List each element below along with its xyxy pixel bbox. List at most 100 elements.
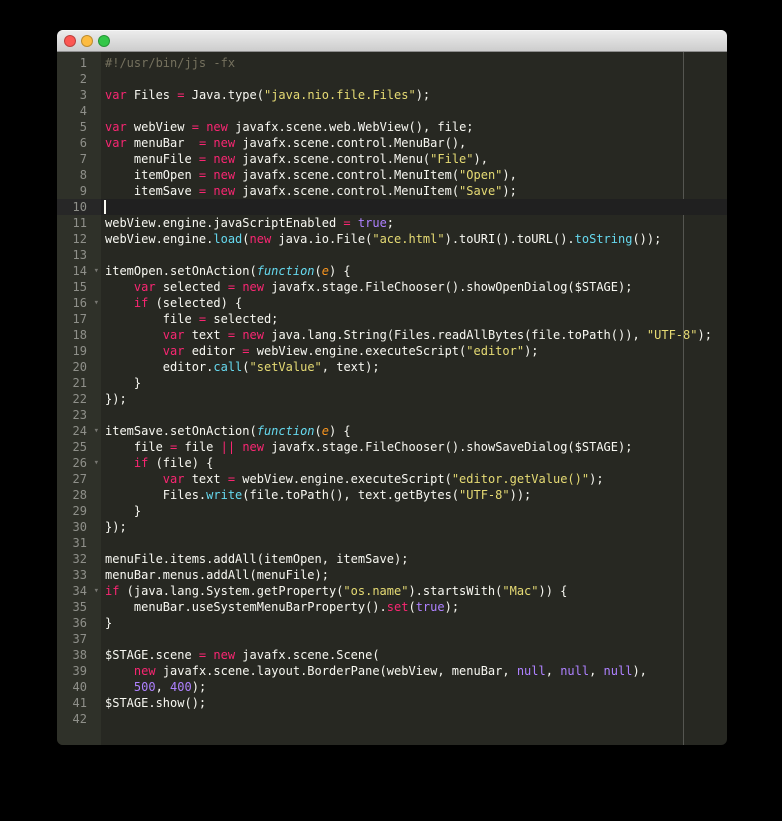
code-line-text[interactable] (101, 631, 727, 647)
code-token[interactable]: file (105, 312, 199, 326)
gutter-line-number[interactable]: 34 ▾ (57, 583, 101, 599)
code-token[interactable]: ( (315, 424, 322, 438)
code-token[interactable]: ).toURI().toURL(). (445, 232, 575, 246)
code-line-text[interactable] (101, 71, 727, 87)
code-token[interactable]: load (213, 232, 242, 246)
code-token[interactable]: var (105, 136, 127, 150)
gutter-line-number[interactable]: 31 (57, 535, 101, 551)
window-titlebar[interactable] (57, 30, 727, 52)
code-token[interactable]: )); (510, 488, 532, 502)
code-token[interactable]: webView.engine.executeScript( (235, 472, 452, 486)
code-token[interactable]: webView.engine.executeScript( (250, 344, 467, 358)
code-token[interactable]: ); (445, 600, 459, 614)
code-token[interactable] (105, 344, 163, 358)
code-line[interactable]: 40 500, 400); (57, 679, 727, 695)
code-line-text[interactable]: var selected = new javafx.stage.FileChoo… (101, 279, 727, 295)
code-token[interactable]: "java.nio.file.Files" (264, 88, 416, 102)
code-line-text[interactable]: menuBar.menus.addAll(menuFile); (101, 567, 727, 583)
code-line[interactable]: 25 file = file || new javafx.stage.FileC… (57, 439, 727, 455)
code-token[interactable]: ); (524, 344, 538, 358)
gutter-line-number[interactable]: 29 (57, 503, 101, 519)
code-token[interactable]: }); (105, 392, 127, 406)
gutter-line-number[interactable]: 22 (57, 391, 101, 407)
code-line[interactable]: 2 (57, 71, 727, 87)
code-token[interactable]: javafx.scene.control.MenuItem( (235, 168, 459, 182)
code-token[interactable]: } (105, 376, 141, 390)
code-token[interactable]: true (416, 600, 445, 614)
gutter-line-number[interactable]: 7 (57, 151, 101, 167)
code-token[interactable]: "os.name" (343, 584, 408, 598)
code-line-text[interactable] (101, 103, 727, 119)
code-line-text[interactable]: 500, 400); (101, 679, 727, 695)
code-line[interactable]: 6 var menuBar = new javafx.scene.control.… (57, 135, 727, 151)
code-line[interactable]: 35 menuBar.useSystemMenuBarProperty().se… (57, 599, 727, 615)
gutter-line-number[interactable]: 20 (57, 359, 101, 375)
code-token[interactable] (105, 280, 134, 294)
code-line[interactable]: 29 } (57, 503, 727, 519)
code-token[interactable]: ( (408, 600, 415, 614)
code-token[interactable]: 500 (134, 680, 156, 694)
code-token[interactable]: itemOpen (105, 168, 199, 182)
gutter-line-number[interactable]: 25 (57, 439, 101, 455)
code-token[interactable]: "ace.html" (372, 232, 444, 246)
code-token[interactable]: e (322, 264, 329, 278)
code-line[interactable]: 23 (57, 407, 727, 423)
code-token[interactable]: write (206, 488, 242, 502)
gutter-line-number[interactable]: 4 (57, 103, 101, 119)
code-token[interactable]: = (242, 344, 249, 358)
code-token[interactable]: selected; (206, 312, 278, 326)
gutter-line-number[interactable]: 23 (57, 407, 101, 423)
code-line-text[interactable]: var Files = Java.type("java.nio.file.Fil… (101, 87, 727, 103)
code-token[interactable]: ); (589, 472, 603, 486)
gutter-line-number[interactable]: 12 (57, 231, 101, 247)
code-token[interactable]: ); (192, 680, 206, 694)
code-token[interactable] (105, 296, 134, 310)
code-line[interactable]: 21 } (57, 375, 727, 391)
code-line[interactable]: 13 (57, 247, 727, 263)
code-token[interactable]: javafx.stage.FileChooser().showOpenDialo… (264, 280, 632, 294)
minimize-window-button[interactable] (81, 34, 93, 47)
code-line-text[interactable]: itemSave.setOnAction(function(e) { (101, 423, 727, 439)
code-line[interactable]: 7 menuFile = new javafx.scene.control.Me… (57, 151, 727, 167)
code-token[interactable]: javafx.scene.control.Menu( (235, 152, 430, 166)
code-token[interactable]: (selected) { (148, 296, 243, 310)
code-token[interactable]: Files (127, 88, 178, 102)
code-token[interactable]: #!/usr/bin/jjs -fx (105, 56, 235, 70)
gutter-line-number[interactable]: 38 (57, 647, 101, 663)
code-line-text[interactable]: $STAGE.show(); (101, 695, 727, 711)
gutter-line-number[interactable]: 18 (57, 327, 101, 343)
code-line[interactable]: 16 ▾ if (selected) { (57, 295, 727, 311)
code-token[interactable]: || (221, 440, 235, 454)
code-line[interactable]: 34 ▾ if (java.lang.System.getProperty("os.… (57, 583, 727, 599)
code-token[interactable]: if (105, 584, 119, 598)
code-line[interactable]: 5 var webView = new javafx.scene.web.WebV… (57, 119, 727, 135)
code-token[interactable]: var (105, 120, 127, 134)
gutter-line-number[interactable]: 14 ▾ (57, 263, 101, 279)
gutter-line-number[interactable]: 16 ▾ (57, 295, 101, 311)
code-token[interactable] (351, 216, 358, 230)
code-token[interactable]: function (257, 424, 315, 438)
code-line[interactable]: 17 file = selected; (57, 311, 727, 327)
code-token[interactable]: text (184, 472, 227, 486)
code-line[interactable]: 19 var editor = webView.engine.executeSc… (57, 343, 727, 359)
code-token[interactable]: (file) { (148, 456, 214, 470)
code-token[interactable]: ()); (632, 232, 661, 246)
gutter-line-number[interactable]: 35 (57, 599, 101, 615)
code-line-text[interactable] (101, 535, 727, 551)
gutter-line-number[interactable]: 5 (57, 119, 101, 135)
code-token[interactable]: ( (242, 360, 249, 374)
fold-widget-icon[interactable]: ▾ (94, 583, 99, 599)
gutter-line-number[interactable]: 33 (57, 567, 101, 583)
code-line-text[interactable]: var text = new java.lang.String(Files.re… (101, 327, 727, 343)
code-line[interactable]: 24 ▾ itemSave.setOnAction(function(e) { (57, 423, 727, 439)
code-token[interactable]: javafx.stage.FileChooser().showSaveDialo… (264, 440, 632, 454)
gutter-line-number[interactable]: 24 ▾ (57, 423, 101, 439)
code-token[interactable]: set (387, 600, 409, 614)
gutter-line-number[interactable]: 8 (57, 167, 101, 183)
code-line-text[interactable]: var text = webView.engine.executeScript(… (101, 471, 727, 487)
code-line[interactable]: 30}); (57, 519, 727, 535)
code-line-text[interactable]: if (java.lang.System.getProperty("os.nam… (101, 583, 727, 599)
code-token[interactable]: var (163, 472, 185, 486)
code-token[interactable]: var (105, 88, 127, 102)
gutter-line-number[interactable]: 6 (57, 135, 101, 151)
